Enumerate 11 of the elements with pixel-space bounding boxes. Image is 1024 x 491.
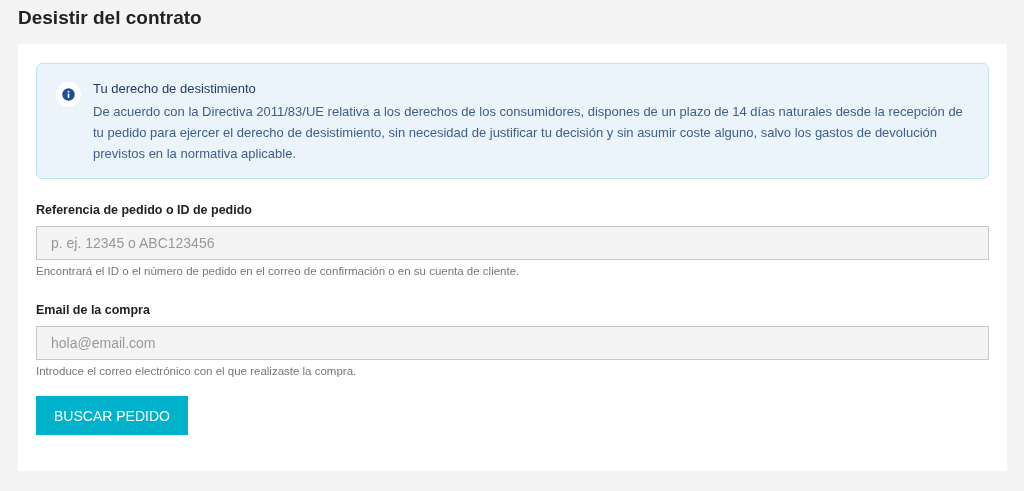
search-order-button[interactable]: BUSCAR PEDIDO xyxy=(36,396,188,435)
input-field[interactable]: hola@email.com xyxy=(36,326,989,360)
field-label: Referencia de pedido o ID de pedido xyxy=(36,203,253,217)
help-text: Introduce el correo electrónico con el que realizaste la compra. xyxy=(36,365,358,377)
input-field[interactable]: p. ej. 12345 o ABC123456 xyxy=(36,226,989,260)
notice-text: De acuerdo con la Directiva 2011/83/UE relativa a los derechos de los consumidores, dispones de un plazo de 14 días naturales desde la recepción de tu pedido para ejercer el derecho de desistimiento, sin necesidad de justificar tu decisión y sin asumir coste alguno, salvo los gastos de devolución previstos en la normativa aplicable. xyxy=(93,103,964,163)
page-title: Desistir del contrato xyxy=(18,6,203,30)
info-icon xyxy=(56,82,81,107)
help-text: Encontrará el ID o el número de pedido en el correo de confirmación o en su cuenta de cliente. xyxy=(36,265,521,277)
field-label: Email de la compra xyxy=(36,303,151,317)
notice-title: Tu derecho de desistimiento xyxy=(93,80,257,98)
